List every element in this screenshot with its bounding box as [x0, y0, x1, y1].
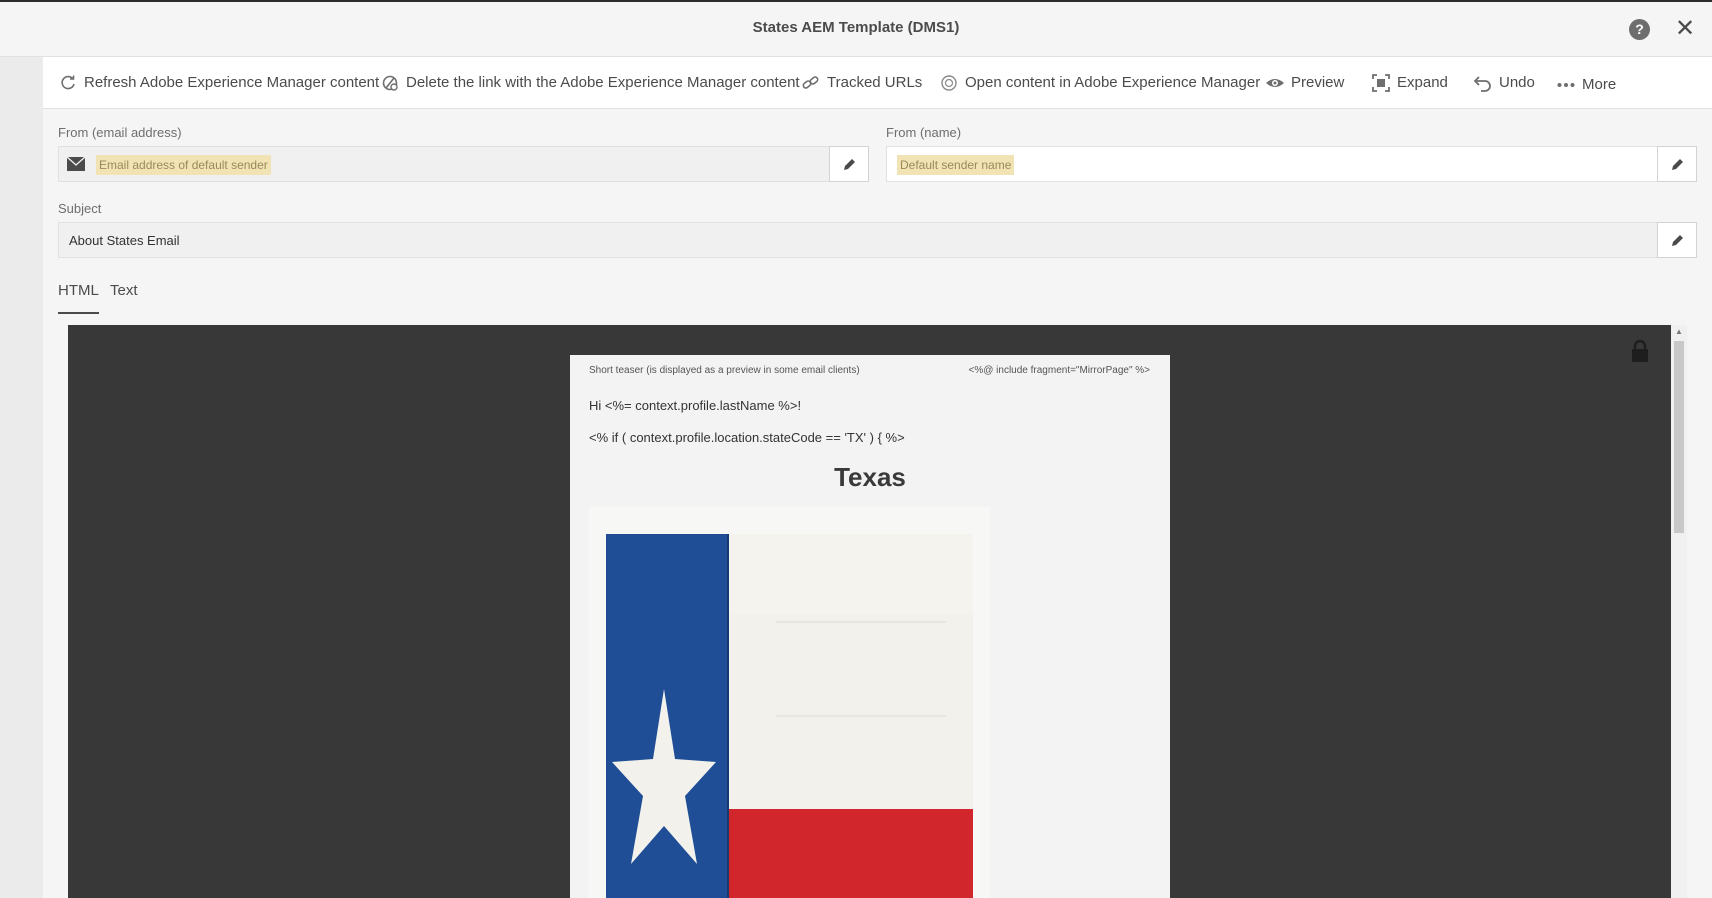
- refresh-icon: [58, 73, 78, 93]
- delete-aem-link-button[interactable]: Delete the link with the Adobe Experienc…: [380, 57, 800, 108]
- open-in-aem-button[interactable]: Open content in Adobe Experience Manager: [939, 57, 1260, 108]
- link-icon: [801, 73, 821, 93]
- window-title: States AEM Template (DMS1): [752, 19, 960, 36]
- from-email-field[interactable]: Email address of default sender: [58, 146, 869, 182]
- lock-icon[interactable]: [1630, 339, 1650, 363]
- expand-label: Expand: [1397, 74, 1448, 91]
- pencil-icon: [843, 158, 855, 170]
- refresh-aem-label: Refresh Adobe Experience Manager content: [84, 74, 380, 91]
- email-teaser[interactable]: Short teaser (is displayed as a preview …: [589, 365, 860, 376]
- close-icon[interactable]: ✕: [1674, 16, 1696, 42]
- email-preview: Short teaser (is displayed as a preview …: [570, 355, 1170, 898]
- action-toolbar: Refresh Adobe Experience Manager content…: [43, 57, 1712, 109]
- from-email-label: From (email address): [58, 125, 182, 140]
- tracked-urls-button[interactable]: Tracked URLs: [801, 57, 922, 108]
- pencil-icon: [1671, 234, 1683, 246]
- from-email-placeholder: Email address of default sender: [96, 155, 271, 175]
- from-name-placeholder: Default sender name: [897, 155, 1015, 175]
- email-condition[interactable]: <% if ( context.profile.location.stateCo…: [589, 430, 905, 445]
- state-title[interactable]: Texas: [570, 462, 1170, 493]
- preview-label: Preview: [1291, 74, 1345, 91]
- edit-from-email-button[interactable]: [829, 146, 869, 182]
- more-button[interactable]: More: [1556, 59, 1616, 110]
- delete-aem-link-label: Delete the link with the Adobe Experienc…: [406, 74, 800, 91]
- refresh-aem-button[interactable]: Refresh Adobe Experience Manager content: [58, 57, 379, 108]
- open-in-aem-label: Open content in Adobe Experience Manager: [965, 74, 1261, 91]
- tab-text[interactable]: Text: [110, 282, 138, 299]
- expand-button[interactable]: Expand: [1371, 57, 1448, 108]
- email-greeting[interactable]: Hi <%= context.profile.lastName %>!: [589, 398, 801, 413]
- title-bar: States AEM Template (DMS1) ? ✕: [0, 2, 1712, 57]
- unlink-icon: [380, 73, 400, 93]
- texas-flag-image[interactable]: [589, 507, 990, 898]
- edit-from-name-button[interactable]: [1657, 146, 1697, 182]
- expand-icon: [1371, 73, 1391, 93]
- aem-icon: [939, 73, 959, 93]
- eye-icon: [1265, 73, 1285, 93]
- pencil-icon: [1671, 158, 1683, 170]
- preview-button[interactable]: Preview: [1265, 57, 1344, 108]
- tracked-urls-label: Tracked URLs: [827, 74, 923, 91]
- subject-field[interactable]: About States Email: [58, 222, 1697, 258]
- undo-label: Undo: [1499, 74, 1535, 91]
- editor-scrollbar-thumb[interactable]: [1674, 341, 1684, 533]
- subject-value: About States Email: [69, 233, 180, 248]
- more-label: More: [1582, 76, 1617, 93]
- subject-label: Subject: [58, 201, 102, 216]
- left-gutter: [0, 57, 43, 898]
- edit-subject-button[interactable]: [1657, 222, 1697, 258]
- help-icon[interactable]: ?: [1629, 19, 1650, 40]
- tab-html[interactable]: HTML: [58, 282, 99, 314]
- texas-flag-graphic: [606, 534, 973, 898]
- from-name-field[interactable]: Default sender name: [886, 146, 1697, 182]
- from-name-label: From (name): [886, 125, 962, 140]
- envelope-icon: [66, 156, 86, 171]
- undo-icon: [1473, 73, 1493, 93]
- more-icon: [1556, 75, 1576, 95]
- scroll-up-icon[interactable]: ▲: [1674, 327, 1684, 337]
- undo-button[interactable]: Undo: [1473, 57, 1535, 108]
- mirror-page-tag[interactable]: <%@ include fragment="MirrorPage" %>: [969, 365, 1151, 376]
